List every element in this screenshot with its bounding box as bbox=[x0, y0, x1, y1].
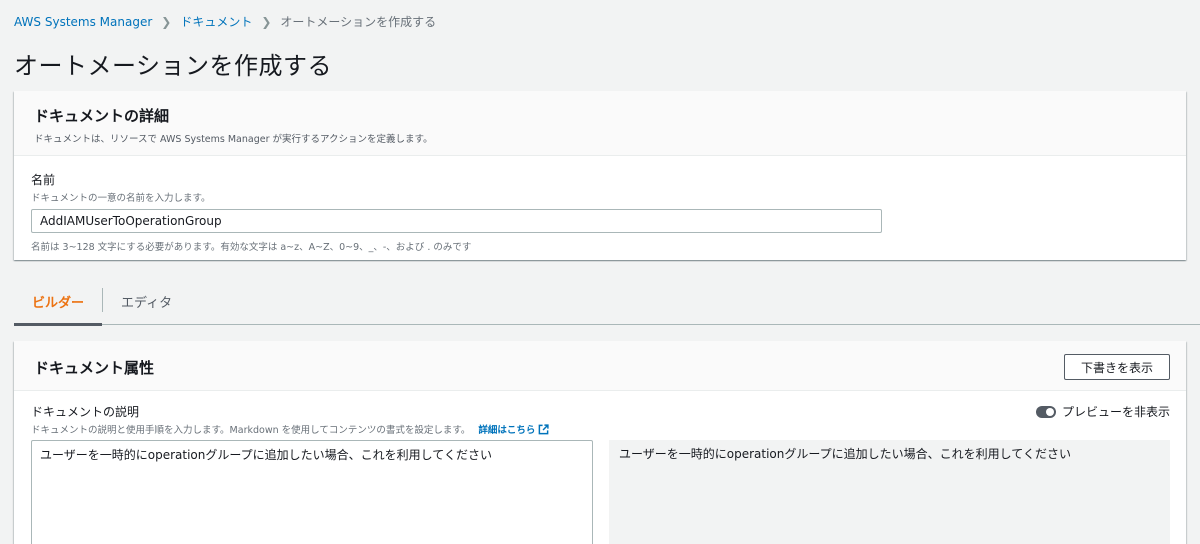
document-attributes-panel: ドキュメント属性 下書きを表示 ドキュメントの説明 ドキュメントの説明と使用手順… bbox=[14, 341, 1186, 544]
tab-editor[interactable]: エディタ bbox=[103, 283, 190, 325]
preview-toggle-switch[interactable] bbox=[1035, 405, 1056, 418]
learn-more-link[interactable]: 詳細はこちら bbox=[478, 422, 550, 436]
name-description: ドキュメントの一意の名前を入力します。 bbox=[31, 193, 211, 204]
tab-builder[interactable]: ビルダー bbox=[14, 283, 103, 326]
name-field: 名前 ドキュメントの一意の名前を入力します。 名前は 3~128 文字にする必要… bbox=[31, 171, 882, 253]
document-details-panel: ドキュメントの詳細 ドキュメントは、リソースで AWS Systems Mana… bbox=[14, 91, 1186, 260]
external-link-icon bbox=[539, 423, 550, 434]
document-attributes-title: ドキュメント属性 bbox=[34, 359, 155, 377]
document-details-description: ドキュメントは、リソースで AWS Systems Manager が実行するア… bbox=[34, 134, 433, 145]
description-markdown-editor[interactable]: ユーザーを一時的にoperationグループに追加したい場合、これを利用してくだ… bbox=[31, 440, 593, 544]
description-preview: ユーザーを一時的にoperationグループに追加したい場合、これを利用してくだ… bbox=[609, 440, 1170, 544]
name-label: 名前 bbox=[31, 173, 56, 187]
name-input[interactable] bbox=[31, 209, 882, 233]
preview-toggle-label: プレビューを非表示 bbox=[1061, 405, 1170, 419]
breadcrumb-current: オートメーションを作成する bbox=[280, 15, 437, 29]
document-details-title: ドキュメントの詳細 bbox=[34, 107, 170, 125]
preview-toggle-control: プレビューを非表示 bbox=[1035, 403, 1170, 420]
view-draft-button[interactable]: 下書きを表示 bbox=[1063, 354, 1170, 380]
document-description-label: ドキュメントの説明 bbox=[31, 405, 140, 419]
chevron-right-icon: ❯ bbox=[161, 14, 172, 29]
name-constraint: 名前は 3~128 文字にする必要があります。有効な文字は a~z、A~Z、0~… bbox=[31, 242, 472, 253]
breadcrumb-link-systems-manager[interactable]: AWS Systems Manager bbox=[14, 15, 152, 29]
tab-bar: ビルダー エディタ bbox=[14, 283, 1200, 326]
document-attributes-header: ドキュメント属性 下書きを表示 bbox=[14, 341, 1186, 391]
document-description-help: ドキュメントの説明と使用手順を入力します。Markdown を使用してコンテンツ… bbox=[31, 422, 550, 436]
document-description-help-text: ドキュメントの説明と使用手順を入力します。Markdown を使用してコンテンツ… bbox=[31, 425, 471, 436]
document-details-header: ドキュメントの詳細 ドキュメントは、リソースで AWS Systems Mana… bbox=[14, 91, 1186, 156]
learn-more-label: 詳細はこちら bbox=[478, 425, 536, 436]
document-description-field: ドキュメントの説明 ドキュメントの説明と使用手順を入力します。Markdown … bbox=[31, 403, 550, 436]
chevron-right-icon: ❯ bbox=[261, 14, 272, 29]
page-title: オートメーションを作成する bbox=[14, 52, 333, 80]
breadcrumb-link-documents[interactable]: ドキュメント bbox=[180, 13, 252, 30]
breadcrumb: AWS Systems Manager ❯ ドキュメント ❯ オートメーションを… bbox=[14, 13, 436, 30]
